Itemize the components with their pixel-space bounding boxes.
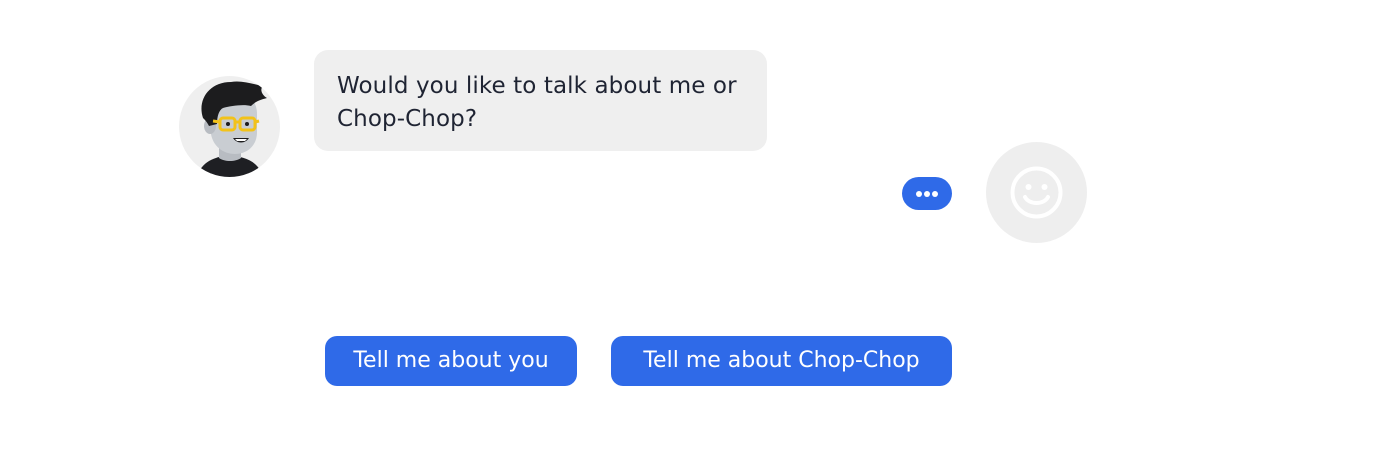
ellipsis-dot-icon bbox=[924, 191, 930, 197]
bot-message-text: Would you like to talk about me or Chop-… bbox=[337, 73, 737, 132]
bot-avatar bbox=[179, 76, 280, 177]
smiley-face-icon bbox=[1010, 166, 1063, 219]
tell-me-about-chop-chop-button[interactable]: Tell me about Chop-Chop bbox=[611, 336, 952, 386]
typing-indicator bbox=[902, 177, 952, 210]
bot-message-bubble: Would you like to talk about me or Chop-… bbox=[314, 50, 767, 151]
tell-me-about-you-button[interactable]: Tell me about you bbox=[325, 336, 577, 386]
user-avatar bbox=[986, 142, 1087, 243]
cartoon-man-avatar-icon bbox=[197, 81, 267, 177]
ellipsis-dot-icon bbox=[932, 191, 938, 197]
ellipsis-dot-icon bbox=[916, 191, 922, 197]
